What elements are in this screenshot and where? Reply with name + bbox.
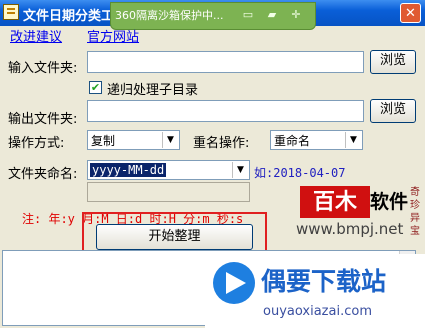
operation-select[interactable]: 复制 ▼ [87, 130, 180, 150]
folder-naming-select[interactable]: yyyy-MM-dd ▼ [87, 160, 250, 180]
output-folder-label: 输出文件夹: [8, 112, 78, 127]
folder-naming-value: yyyy-MM-dd [90, 163, 167, 177]
rename-value: 重命名 [274, 134, 311, 148]
ouyao-watermark: 偶要下载站 ouyaoxiazai.com [205, 254, 425, 328]
naming-preview-field [87, 182, 250, 202]
suggest-link[interactable]: 改进建议 [10, 26, 62, 45]
start-button[interactable]: 开始整理 [96, 224, 253, 250]
date-example: 如:2018-04-07 [254, 166, 346, 180]
bmpj-watermark: 百木 软件 奇珍异宝 www.bmpj.net [296, 186, 425, 242]
window-title: 文件日期分类工 [23, 9, 115, 24]
chevron-down-icon: ▼ [345, 132, 361, 148]
bmpj-url: www.bmpj.net [296, 220, 404, 238]
output-browse-button[interactable]: 浏览 [370, 99, 416, 123]
rename-label: 重名操作: [193, 136, 250, 151]
app-icon [3, 4, 19, 20]
close-button[interactable]: ✕ [400, 3, 421, 23]
recursive-checkbox[interactable]: ✔ [89, 81, 102, 94]
operation-label: 操作方式: [8, 136, 65, 151]
ouyao-site-name: 偶要下载站 [261, 267, 387, 296]
output-folder-field[interactable] [87, 100, 364, 122]
input-folder-label: 输入文件夹: [8, 61, 78, 76]
chevron-down-icon: ▼ [232, 162, 248, 178]
folder-naming-label: 文件夹命名: [8, 167, 78, 182]
recursive-label: 递归处理子目录 [107, 83, 199, 98]
monitor-icon[interactable]: ▭ [239, 6, 257, 24]
operation-value: 复制 [91, 134, 116, 148]
ouyao-logo-icon [213, 262, 255, 304]
input-folder-field[interactable] [87, 51, 364, 73]
chevron-down-icon: ▼ [162, 132, 178, 148]
rename-select[interactable]: 重命名 ▼ [270, 130, 363, 150]
pin-icon[interactable]: ✛ [287, 6, 305, 24]
sandbox-status-text: 360隔离沙箱保护中... [115, 9, 224, 22]
bmpj-logo-main: 百木 [300, 186, 370, 218]
sandbox-bar: 360隔离沙箱保护中... ▭ ▰ ✛ [110, 2, 316, 30]
folder-icon[interactable]: ▰ [263, 6, 281, 24]
official-site-link[interactable]: 官方网站 [87, 26, 139, 45]
bmpj-logo-side: 奇珍异宝 [410, 187, 420, 237]
ouyao-site-url: ouyaoxiazai.com [263, 304, 372, 319]
input-browse-button[interactable]: 浏览 [370, 50, 416, 74]
